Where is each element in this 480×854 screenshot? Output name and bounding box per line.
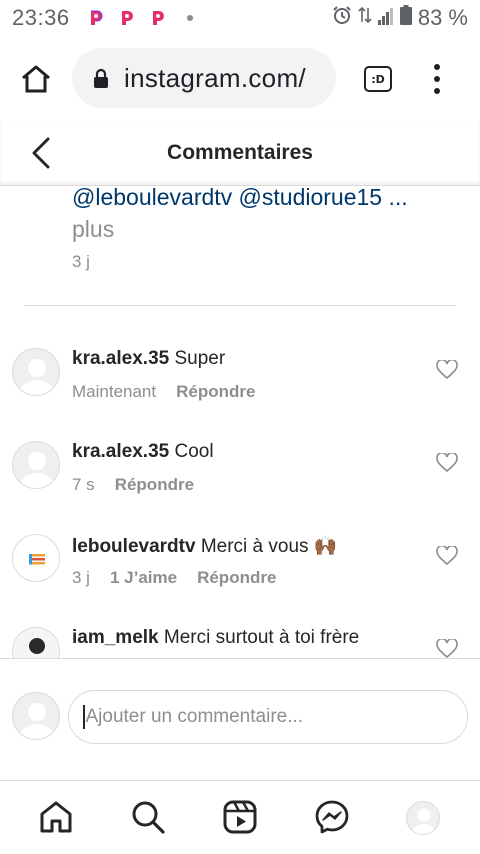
more-notifications-dot xyxy=(186,15,193,21)
caption-mentions[interactable]: @leboulevardtv @studiorue15 ... xyxy=(72,184,408,211)
browser-toolbar: instagram.com/ :D xyxy=(0,36,480,120)
p-app-icon xyxy=(117,9,135,27)
like-heart-icon[interactable] xyxy=(436,637,458,659)
comment-username[interactable]: kra.alex.35 xyxy=(72,348,169,369)
search-icon[interactable] xyxy=(130,799,166,835)
p-app-icon xyxy=(148,9,166,27)
lock-icon xyxy=(92,68,110,88)
reply-button[interactable]: Répondre xyxy=(176,382,255,402)
cell-signal-icon xyxy=(377,5,394,31)
status-time: 23:36 xyxy=(12,5,70,30)
comment-body: Merci à vous 🙌🏾 xyxy=(200,536,338,557)
text-caret xyxy=(83,705,85,729)
comment-body: Cool xyxy=(174,441,214,462)
avatar[interactable] xyxy=(12,441,60,489)
likes-count[interactable]: 1 J’aime xyxy=(110,568,177,588)
address-bar[interactable]: instagram.com/ xyxy=(72,48,336,108)
comment-text: iam_melk Merci surtout à toi frère xyxy=(72,627,359,649)
profile-avatar[interactable] xyxy=(406,801,440,835)
reply-button[interactable]: Répondre xyxy=(197,568,276,588)
comment-meta: 7 s Répondre xyxy=(72,475,194,495)
comment-body: Merci surtout à toi frère xyxy=(163,627,360,648)
reels-icon[interactable] xyxy=(222,799,258,835)
comment-username[interactable]: leboulevardtv xyxy=(72,536,196,557)
comment-item: kra.alex.35 Cool 7 s Répondre xyxy=(0,441,480,531)
status-right: 83 % xyxy=(332,5,468,31)
messenger-icon[interactable] xyxy=(314,799,350,835)
caption-more-link[interactable]: plus xyxy=(72,216,114,243)
like-heart-icon[interactable] xyxy=(436,544,458,566)
page-title: Commentaires xyxy=(167,141,313,164)
comment-input[interactable]: Ajouter un commentaire... xyxy=(68,690,468,744)
comment-username[interactable]: kra.alex.35 xyxy=(72,441,169,462)
battery-icon xyxy=(399,5,412,31)
overflow-menu-icon[interactable] xyxy=(430,64,444,94)
comments-header: Commentaires xyxy=(0,120,480,186)
comment-text: kra.alex.35 Super xyxy=(72,348,225,370)
current-user-avatar xyxy=(12,692,60,740)
caption-divider xyxy=(24,305,456,306)
brand-avatar[interactable] xyxy=(12,534,60,582)
reply-button[interactable]: Répondre xyxy=(115,475,194,495)
comment-time: 7 s xyxy=(72,475,95,494)
like-heart-icon[interactable] xyxy=(436,358,458,380)
tab-switcher-button[interactable]: :D xyxy=(364,66,392,92)
p-app-icon xyxy=(86,9,104,27)
comment-username[interactable]: iam_melk xyxy=(72,627,159,648)
comment-time: 3 j xyxy=(72,568,90,587)
status-bar: 23:36 83 % xyxy=(0,0,480,36)
comment-time: Maintenant xyxy=(72,382,157,401)
bottom-navigation xyxy=(0,780,480,854)
like-heart-icon[interactable] xyxy=(436,451,458,473)
comment-text: kra.alex.35 Cool xyxy=(72,441,214,463)
notification-icons xyxy=(86,9,193,27)
caption-timestamp: 3 j xyxy=(72,252,90,271)
composer-divider xyxy=(0,658,480,659)
home-icon[interactable] xyxy=(20,64,52,94)
data-signal-icon xyxy=(358,5,372,31)
comment-meta: Maintenant Répondre xyxy=(72,382,255,402)
comment-item: leboulevardtv Merci à vous 🙌🏾 3 j 1 J’ai… xyxy=(0,534,480,624)
comment-input-placeholder: Ajouter un commentaire... xyxy=(85,706,304,727)
comment-meta: 3 j 1 J’aime Répondre xyxy=(72,568,276,588)
comment-body: Super xyxy=(174,348,226,369)
comment-text: leboulevardtv Merci à vous 🙌🏾 xyxy=(72,534,337,558)
url-text: instagram.com/ xyxy=(124,62,306,93)
alarm-icon xyxy=(332,5,352,31)
battery-level: 83 % xyxy=(417,5,468,30)
home-icon[interactable] xyxy=(38,799,74,835)
comment-item: kra.alex.35 Super Maintenant Répondre xyxy=(0,348,480,438)
avatar[interactable] xyxy=(12,348,60,396)
